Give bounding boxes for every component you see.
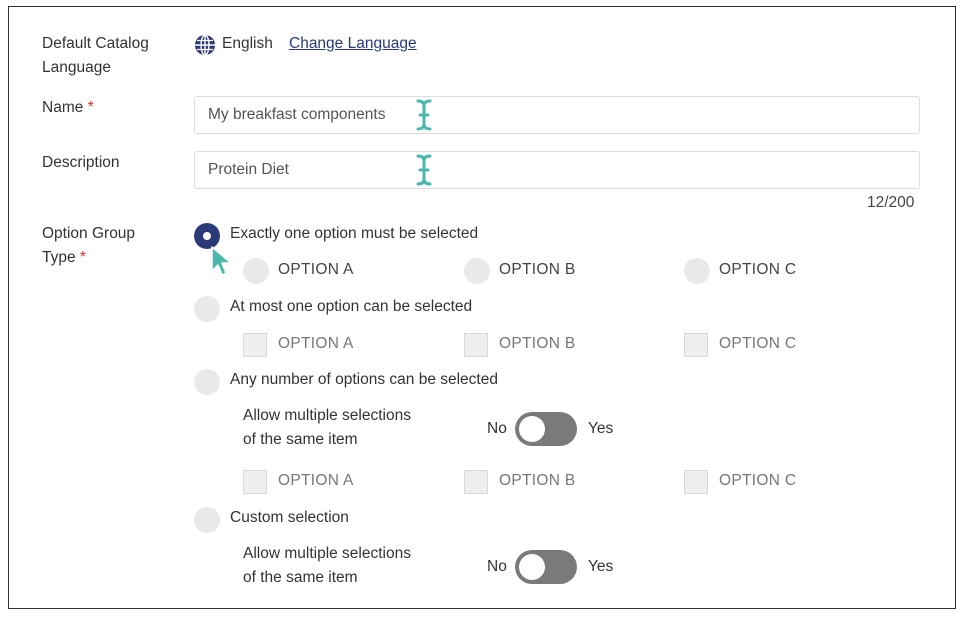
choice3-toggle-yes-label: Yes	[588, 420, 614, 437]
radio-exactly-one-label: Exactly one option must be selected	[230, 225, 479, 242]
radio-custom-selection-label: Custom selection	[230, 509, 349, 526]
choice3-option-c-checkbox[interactable]	[684, 470, 708, 494]
description-input[interactable]: Protein Diet	[194, 151, 920, 189]
choice4-multi-toggle[interactable]	[515, 550, 577, 584]
choice3-toggle-no-label: No	[487, 420, 507, 437]
catalog-language-label-line1: Default Catalog	[42, 35, 149, 52]
change-language-link[interactable]: Change Language	[289, 35, 417, 53]
choice1-option-b-radio[interactable]	[464, 258, 490, 284]
form-panel: Default Catalog Language English Change …	[8, 6, 956, 609]
globe-icon	[195, 34, 215, 56]
choice4-multi-label: Allow multiple selections of the same it…	[243, 542, 411, 590]
option-group-type-label-line1: Option Group	[42, 225, 136, 242]
choice4-toggle-yes-label: Yes	[588, 558, 614, 575]
radio-at-most-one[interactable]	[194, 296, 220, 322]
name-input-value: My breakfast components	[208, 106, 386, 123]
choice2-option-a-checkbox[interactable]	[243, 333, 267, 357]
name-input[interactable]: My breakfast components	[194, 96, 920, 134]
choice3-option-c-label: OPTION C	[719, 472, 797, 489]
description-label: Description	[42, 154, 120, 171]
choice3-option-a-checkbox[interactable]	[243, 470, 267, 494]
text-cursor-icon	[416, 154, 432, 186]
choice1-option-c-label: OPTION C	[719, 261, 797, 278]
choice1-option-c-radio[interactable]	[684, 258, 710, 284]
option-group-type-label: Option Group Type *	[42, 222, 135, 270]
description-input-value: Protein Diet	[208, 161, 289, 178]
name-label-text: Name	[42, 99, 84, 116]
choice4-multi-label-line2: of the same item	[243, 569, 358, 586]
choice1-option-b-label: OPTION B	[499, 261, 576, 278]
choice3-option-b-label: OPTION B	[499, 472, 576, 489]
catalog-language-label: Default Catalog Language	[42, 32, 149, 80]
choice2-option-c-label: OPTION C	[719, 335, 797, 352]
choice3-multi-label-line1: Allow multiple selections	[243, 407, 411, 424]
radio-any-number[interactable]	[194, 369, 220, 395]
choice4-multi-label-line1: Allow multiple selections	[243, 545, 411, 562]
option-group-type-required-mark: *	[79, 249, 86, 266]
radio-at-most-one-label: At most one option can be selected	[230, 298, 473, 315]
name-required-mark: *	[87, 99, 94, 116]
text-cursor-icon	[416, 99, 432, 131]
description-char-counter: 12/200	[867, 194, 915, 211]
catalog-language-value: English	[222, 35, 273, 52]
choice3-option-b-checkbox[interactable]	[464, 470, 488, 494]
choice1-option-a-radio[interactable]	[243, 258, 269, 284]
choice1-option-a-label: OPTION A	[278, 261, 354, 278]
choice2-option-a-label: OPTION A	[278, 335, 354, 352]
choice3-multi-label: Allow multiple selections of the same it…	[243, 404, 411, 452]
toggle-knob	[519, 554, 545, 580]
choice3-multi-label-line2: of the same item	[243, 431, 358, 448]
choice2-option-b-label: OPTION B	[499, 335, 576, 352]
catalog-language-label-line2: Language	[42, 59, 111, 76]
radio-custom-selection[interactable]	[194, 507, 220, 533]
choice3-multi-toggle[interactable]	[515, 412, 577, 446]
radio-any-number-label: Any number of options can be selected	[230, 371, 498, 388]
choice3-option-a-label: OPTION A	[278, 472, 354, 489]
choice4-toggle-no-label: No	[487, 558, 507, 575]
choice2-option-b-checkbox[interactable]	[464, 333, 488, 357]
mouse-pointer-icon	[211, 246, 232, 276]
choice2-option-c-checkbox[interactable]	[684, 333, 708, 357]
toggle-knob	[519, 416, 545, 442]
option-group-type-label-line2: Type	[42, 249, 76, 266]
name-label: Name *	[42, 96, 94, 120]
